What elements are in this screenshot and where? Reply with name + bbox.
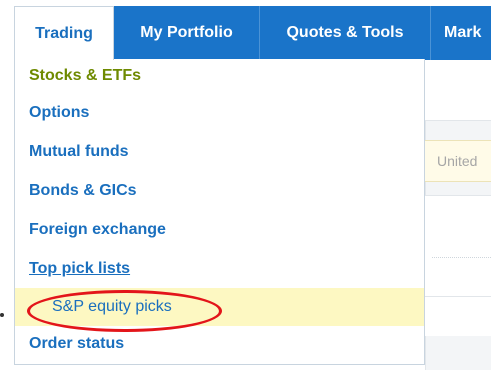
menu-item-bonds-gics[interactable]: Bonds & GICs xyxy=(15,171,424,210)
menu-item-foreign-exchange[interactable]: Foreign exchange xyxy=(15,210,424,249)
menu-item-order-status[interactable]: Order status xyxy=(15,326,424,362)
menu-item-label: Stocks & ETFs xyxy=(29,67,142,84)
tab-my-portfolio[interactable]: My Portfolio xyxy=(114,6,260,60)
menu-item-label: Bonds & GICs xyxy=(29,181,137,199)
menu-item-top-pick-lists[interactable]: Top pick lists xyxy=(15,249,424,288)
menu-item-label: Foreign exchange xyxy=(29,220,166,238)
submenu-item-label: S&P equity picks xyxy=(52,298,172,315)
submenu-item-sp-equity-picks[interactable]: S&P equity picks xyxy=(15,288,424,326)
tab-quotes-tools[interactable]: Quotes & Tools xyxy=(260,6,431,60)
edge-marker xyxy=(0,313,4,317)
menu-item-label: Order status xyxy=(29,335,125,352)
background-country-field: United xyxy=(425,140,491,182)
dotted-divider xyxy=(432,257,491,258)
tab-trading[interactable]: Trading xyxy=(14,6,114,60)
menu-item-label: Options xyxy=(29,103,90,121)
background-box xyxy=(425,195,491,336)
menu-item-label: Mutual funds xyxy=(29,142,129,160)
menu-item-options[interactable]: Options xyxy=(15,93,424,132)
main-nav: Trading My Portfolio Quotes & Tools Mark xyxy=(14,6,491,60)
tab-markets-truncated[interactable]: Mark xyxy=(431,6,491,60)
menu-item-mutual-funds[interactable]: Mutual funds xyxy=(15,132,424,171)
background-country-text: United xyxy=(437,153,478,169)
menu-item-stocks-etfs[interactable]: Stocks & ETFs xyxy=(15,59,424,93)
left-gutter xyxy=(0,60,14,376)
background-box xyxy=(425,60,491,121)
menu-item-label: Top pick lists xyxy=(29,259,131,277)
trading-dropdown-menu: Stocks & ETFs Options Mutual funds Bonds… xyxy=(14,59,425,365)
divider xyxy=(425,296,491,297)
